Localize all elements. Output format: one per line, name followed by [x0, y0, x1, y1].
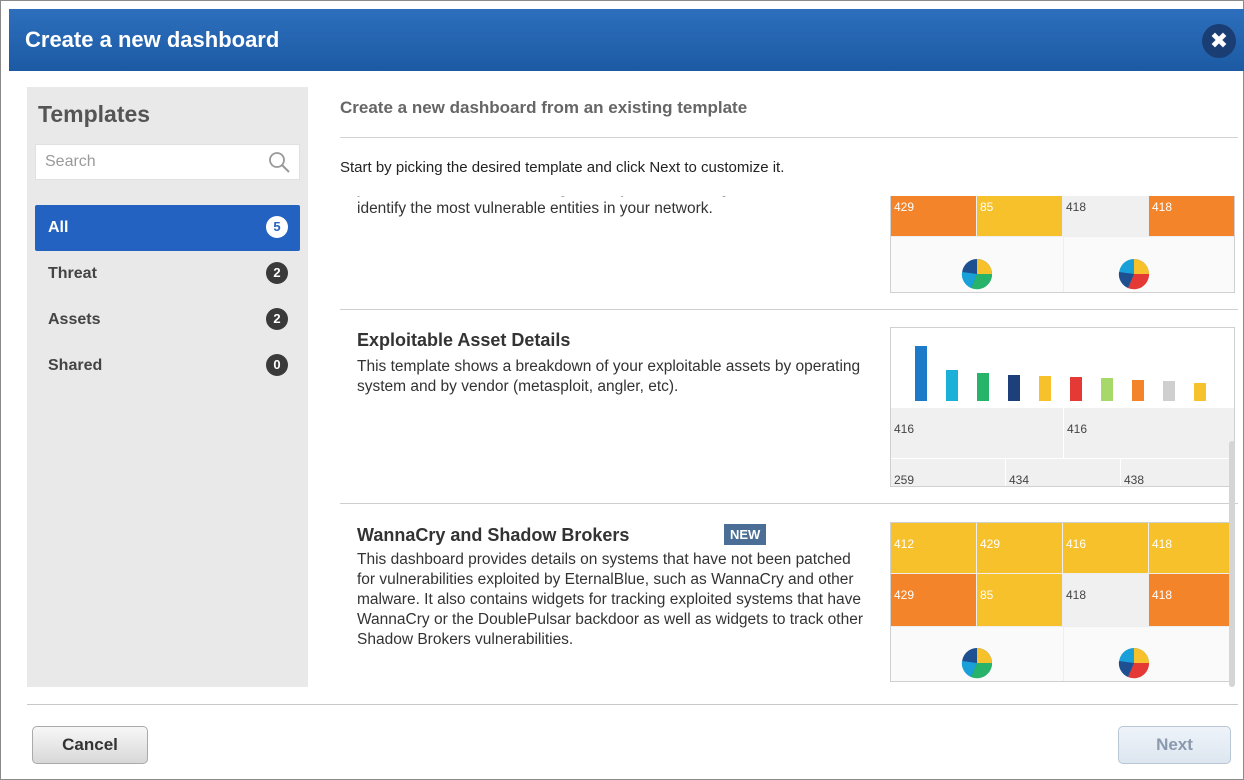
category-shared[interactable]: Shared 0 — [35, 343, 300, 389]
cancel-button[interactable]: Cancel — [32, 726, 148, 764]
thumb-tile: 85 — [977, 196, 1062, 236]
instructions-text: Start by picking the desired template an… — [340, 159, 785, 176]
template-thumbnail: 412 429 416 418 429 85 418 418 — [890, 522, 1235, 682]
create-dashboard-dialog: Create a new dashboard ✖ Templates All 5… — [0, 0, 1244, 780]
divider — [340, 309, 1238, 310]
thumb-tile: 416 — [1064, 408, 1234, 458]
count-badge: 2 — [266, 262, 288, 284]
thumb-tile: 85 — [977, 574, 1062, 626]
thumb-tile: 418 — [1149, 523, 1234, 573]
thumb-tile: 429 — [977, 523, 1062, 573]
thumb-tile: 412 — [891, 523, 976, 573]
template-description: This dashboard provides details on syste… — [357, 551, 863, 648]
divider — [340, 137, 1238, 138]
search-box — [35, 144, 300, 180]
close-icon[interactable]: ✖ — [1202, 24, 1236, 58]
dialog-title: Create a new dashboard — [25, 27, 280, 52]
sidebar-title: Templates — [38, 101, 151, 127]
category-label: Threat — [48, 265, 97, 282]
category-label: Shared — [48, 357, 103, 374]
thumb-pie-widget — [1064, 237, 1234, 292]
thumb-tile: 418 — [1063, 574, 1148, 626]
category-label: Assets — [48, 311, 101, 328]
count-badge: 0 — [266, 354, 288, 376]
thumb-bar-chart — [915, 346, 1206, 401]
thumb-tile: 259 — [891, 459, 1005, 486]
count-badge: 5 — [266, 216, 288, 238]
template-thumbnail: 416 416 259 434 438 — [890, 327, 1235, 487]
thumb-tile: 418 — [1149, 574, 1234, 626]
main-panel: Create a new dashboard from an existing … — [340, 87, 1238, 687]
thumb-pie-widget — [1064, 627, 1234, 681]
dialog-title-bar: Create a new dashboard ✖ — [9, 9, 1244, 71]
footer-divider — [27, 704, 1238, 705]
category-list: All 5 Threat 2 Assets 2 Shared 0 — [35, 205, 300, 389]
category-label: All — [48, 219, 69, 236]
search-icon[interactable] — [268, 151, 290, 173]
next-button[interactable]: Next — [1118, 726, 1231, 764]
search-input[interactable] — [36, 145, 261, 179]
thumb-tile: 416 — [891, 408, 1063, 458]
thumb-tile: 418 — [1149, 196, 1234, 236]
divider — [340, 503, 1238, 504]
template-list: your indexed assets. It leverages Qualys… — [340, 196, 1238, 780]
thumb-tile: 429 — [891, 196, 976, 236]
template-title: WannaCry and Shadow Brokers — [357, 525, 630, 545]
thumb-tile: 434 — [1006, 459, 1120, 486]
template-title: Exploitable Asset Details — [357, 330, 571, 350]
category-threat[interactable]: Threat 2 — [35, 251, 300, 297]
category-assets[interactable]: Assets 2 — [35, 297, 300, 343]
thumb-tile: 429 — [891, 574, 976, 626]
main-heading: Create a new dashboard from an existing … — [340, 98, 748, 117]
thumb-pie-widget — [891, 627, 1063, 681]
count-badge: 2 — [266, 308, 288, 330]
template-description: This template shows a breakdown of your … — [357, 358, 861, 395]
thumb-tile: 418 — [1063, 196, 1148, 236]
thumb-tile: 438 — [1121, 459, 1234, 486]
template-description: your indexed assets. It leverages Qualys… — [357, 196, 846, 217]
templates-sidebar: Templates All 5 Threat 2 Assets 2 Shared — [27, 87, 308, 687]
template-list-scrollbar[interactable] — [1229, 441, 1235, 687]
thumb-tile: 416 — [1063, 523, 1148, 573]
thumb-pie-widget — [891, 237, 1063, 292]
template-thumbnail: 429 85 418 418 — [890, 196, 1235, 293]
category-all[interactable]: All 5 — [35, 205, 300, 251]
new-badge: NEW — [724, 524, 767, 545]
